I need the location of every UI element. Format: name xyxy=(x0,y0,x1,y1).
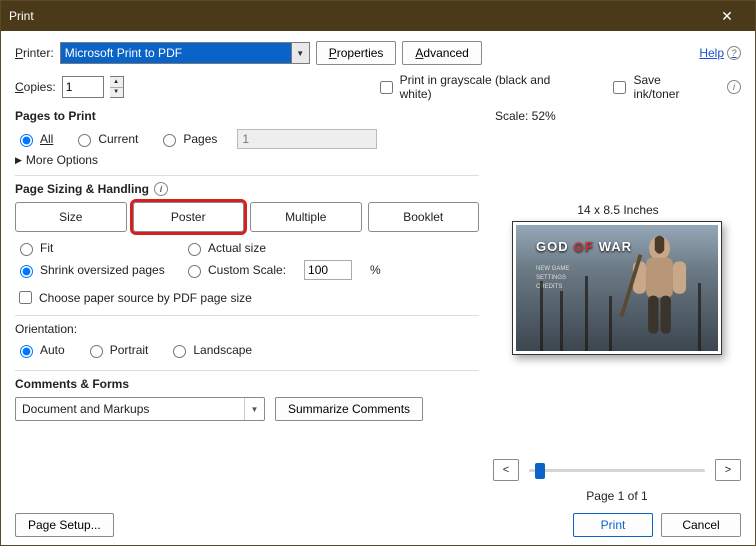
copies-input[interactable] xyxy=(62,76,104,98)
tab-poster[interactable]: Poster xyxy=(133,202,245,232)
info-icon[interactable]: i xyxy=(727,80,741,94)
orientation-portrait-radio[interactable]: Portrait xyxy=(85,342,149,358)
tab-multiple[interactable]: Multiple xyxy=(250,202,362,232)
orientation-auto-radio[interactable]: Auto xyxy=(15,342,65,358)
spinner-up-icon[interactable]: ▲ xyxy=(110,77,123,88)
triangle-right-icon: ▶ xyxy=(15,155,22,166)
shrink-radio[interactable]: Shrink oversized pages xyxy=(15,262,165,278)
save-ink-checkbox[interactable]: Save ink/toner xyxy=(609,73,709,101)
cancel-button[interactable]: Cancel xyxy=(661,513,741,537)
preview-image: GOD ⊙F WAR NEW GAMESETTINGSCREDITS xyxy=(516,225,718,351)
page-setup-button[interactable]: Page Setup... xyxy=(15,513,114,537)
printer-value: Microsoft Print to PDF xyxy=(65,46,182,60)
print-dialog: Print ✕ Printer: Microsoft Print to PDF … xyxy=(0,0,756,546)
slider-thumb[interactable] xyxy=(535,463,545,479)
left-column: Pages to Print All Current Pages xyxy=(15,109,479,503)
help-icon: ? xyxy=(727,46,741,60)
comments-section: Comments & Forms Document and Markups ▼ … xyxy=(15,370,479,421)
copies-label: Copies: xyxy=(15,80,56,94)
footer: Page Setup... Print Cancel xyxy=(15,503,741,537)
page-indicator: Page 1 of 1 xyxy=(493,489,741,503)
orientation-section: Orientation: Auto Portrait Landscape xyxy=(15,315,479,362)
next-page-button[interactable]: > xyxy=(715,459,741,481)
scale-label: Scale: 52% xyxy=(495,109,741,123)
info-icon[interactable]: i xyxy=(154,182,168,196)
prev-page-button[interactable]: < xyxy=(493,459,519,481)
close-icon[interactable]: ✕ xyxy=(707,8,747,25)
sizing-title: Page Sizing & Handling xyxy=(15,182,149,196)
copies-spinner[interactable]: ▲ ▼ xyxy=(110,76,124,98)
page-sizing-section: Page Sizing & Handling i Size Poster Mul… xyxy=(15,175,479,307)
comments-title: Comments & Forms xyxy=(15,377,479,391)
grayscale-checkbox[interactable]: Print in grayscale (black and white) xyxy=(376,73,584,101)
custom-scale-input[interactable] xyxy=(304,260,352,280)
titlebar: Print ✕ xyxy=(1,1,755,31)
tab-booklet[interactable]: Booklet xyxy=(368,202,480,232)
properties-button[interactable]: Properties xyxy=(316,41,397,65)
comments-dropdown[interactable]: Document and Markups ▼ xyxy=(15,397,265,421)
copies-row: Copies: ▲ ▼ Print in grayscale (black an… xyxy=(15,73,741,101)
printer-label: Printer: xyxy=(15,46,54,60)
help-link[interactable]: Help ? xyxy=(699,46,741,60)
pages-all-radio[interactable]: All xyxy=(15,131,53,147)
choose-paper-source-checkbox[interactable]: Choose paper source by PDF page size xyxy=(15,288,252,307)
content-area: Printer: Microsoft Print to PDF ▼ Proper… xyxy=(1,31,755,545)
actual-size-radio[interactable]: Actual size xyxy=(183,240,266,256)
chevron-down-icon[interactable]: ▼ xyxy=(244,398,264,420)
chevron-down-icon[interactable]: ▼ xyxy=(291,43,309,63)
printer-dropdown[interactable]: Microsoft Print to PDF ▼ xyxy=(60,42,310,64)
pages-current-radio[interactable]: Current xyxy=(73,131,138,147)
pages-to-print-section: Pages to Print All Current Pages xyxy=(15,109,479,167)
printer-row: Printer: Microsoft Print to PDF ▼ Proper… xyxy=(15,41,741,65)
zoom-slider[interactable] xyxy=(529,469,705,472)
orientation-landscape-radio[interactable]: Landscape xyxy=(168,342,252,358)
orientation-title: Orientation: xyxy=(15,322,479,336)
print-button[interactable]: Print xyxy=(573,513,653,537)
character-figure xyxy=(607,231,712,345)
preview-column: Scale: 52% 14 x 8.5 Inches GOD ⊙F WAR NE… xyxy=(493,109,741,503)
pages-range-radio[interactable]: Pages xyxy=(158,131,217,147)
advanced-button[interactable]: Advanced xyxy=(402,41,481,65)
tab-size[interactable]: Size xyxy=(15,202,127,232)
window-title: Print xyxy=(9,9,34,23)
pages-title: Pages to Print xyxy=(15,109,479,123)
more-options-toggle[interactable]: ▶ More Options xyxy=(15,153,479,167)
preview-box: GOD ⊙F WAR NEW GAMESETTINGSCREDITS xyxy=(512,221,722,355)
pages-range-input xyxy=(237,129,377,149)
fit-radio[interactable]: Fit xyxy=(15,240,165,256)
custom-scale-radio[interactable]: Custom Scale: xyxy=(183,262,286,278)
preview-dimensions: 14 x 8.5 Inches xyxy=(495,203,741,217)
spinner-down-icon[interactable]: ▼ xyxy=(110,88,123,98)
summarize-comments-button[interactable]: Summarize Comments xyxy=(275,397,423,421)
